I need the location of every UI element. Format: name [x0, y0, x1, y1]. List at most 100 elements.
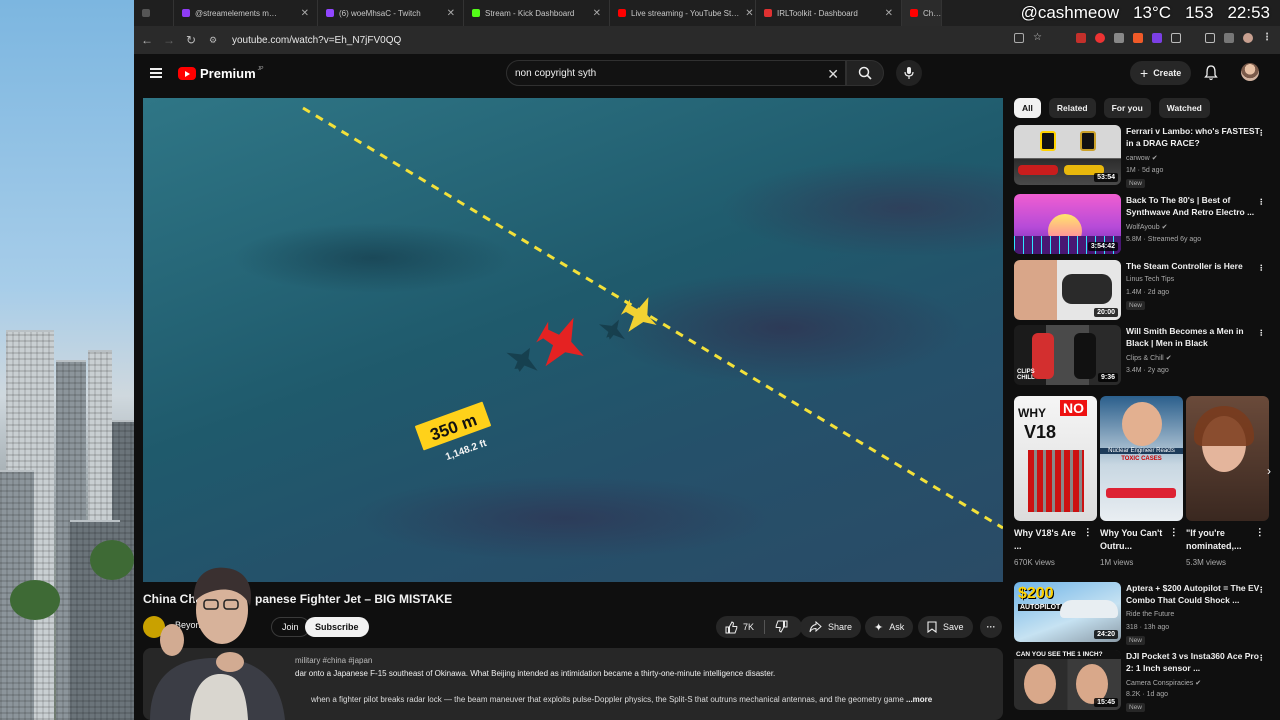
- forward-arrow-icon[interactable]: →: [158, 33, 180, 47]
- tab-current[interactable]: Ch…: [902, 0, 942, 26]
- video-player[interactable]: 350 m 1,148.2 ft: [143, 98, 1003, 582]
- description-text: when a fighter pilot breaks radar lock —…: [311, 695, 904, 704]
- channel-name[interactable]: Clips & Chill: [1126, 355, 1164, 362]
- youtube-premium-logo[interactable]: Premium JP: [178, 66, 263, 81]
- account-avatar[interactable]: [1241, 63, 1259, 81]
- sidebar-icon[interactable]: [1224, 32, 1234, 43]
- short-title[interactable]: Why You Can't Outru...: [1100, 527, 1170, 553]
- short-title[interactable]: Why V18's Are ...: [1014, 527, 1084, 553]
- chip-all[interactable]: All: [1014, 98, 1041, 118]
- video-thumbnail[interactable]: 53:54: [1014, 125, 1121, 185]
- video-title[interactable]: Ferrari v Lambo: who's FASTEST in a DRAG…: [1126, 125, 1260, 149]
- media-icon[interactable]: [1205, 32, 1215, 43]
- extension-icon[interactable]: [1076, 32, 1086, 43]
- subscribe-button[interactable]: Subscribe: [305, 617, 369, 637]
- more-options-icon[interactable]: ···: [1255, 198, 1266, 205]
- search-input[interactable]: non copyright syth ✕: [506, 60, 846, 86]
- close-tab-icon[interactable]: ✕: [441, 8, 455, 19]
- channel-name[interactable]: Linus Tech Tips: [1126, 276, 1174, 283]
- thumbnail-text: NO: [1060, 400, 1087, 416]
- save-button[interactable]: Save: [918, 616, 973, 638]
- more-options-icon[interactable]: ···: [1255, 586, 1266, 593]
- close-tab-icon[interactable]: ✕: [739, 8, 753, 19]
- install-icon[interactable]: [1014, 32, 1025, 43]
- short-title[interactable]: "If you're nominated,...: [1186, 527, 1256, 553]
- profile-avatar[interactable]: [1243, 32, 1253, 43]
- channel-name[interactable]: Camera Conspiracies: [1126, 680, 1193, 687]
- close-tab-icon[interactable]: ✕: [295, 8, 309, 19]
- recommended-video[interactable]: 20:00 The Steam Controller is Here Linus…: [1014, 260, 1274, 322]
- tab-label: Live streaming - YouTube St…: [631, 8, 740, 18]
- dislike-button[interactable]: [775, 620, 788, 635]
- browser-menu-icon[interactable]: ⋮: [1262, 32, 1272, 43]
- desktop-backdrop: [0, 0, 134, 720]
- more-options-icon[interactable]: ···: [1168, 528, 1179, 538]
- notifications-button[interactable]: [1204, 65, 1218, 86]
- recommended-video[interactable]: 53:54 Ferrari v Lambo: who's FASTEST in …: [1014, 125, 1274, 188]
- create-button[interactable]: + Create: [1130, 61, 1192, 85]
- more-options-icon[interactable]: ···: [1255, 129, 1266, 136]
- channel-name[interactable]: carwow: [1126, 155, 1150, 162]
- bookmark-icon: [927, 621, 937, 633]
- video-title[interactable]: DJI Pocket 3 vs Insta360 Ace Pro 2: 1 In…: [1126, 650, 1260, 674]
- reload-icon[interactable]: ↻: [180, 33, 202, 47]
- video-title[interactable]: Aptera + $200 Autopilot = The EV Combo T…: [1126, 582, 1260, 606]
- video-thumbnail[interactable]: $200 AUTOPILOT 24:20: [1014, 582, 1121, 642]
- search-button[interactable]: [846, 60, 884, 86]
- chevron-right-icon[interactable]: ›: [1259, 458, 1279, 484]
- chip-related[interactable]: Related: [1048, 98, 1096, 118]
- ask-button[interactable]: ✦ Ask: [865, 616, 914, 638]
- extension-icon[interactable]: [1152, 32, 1162, 43]
- more-actions-button[interactable]: ···: [980, 616, 1002, 638]
- extension-icon[interactable]: [1114, 32, 1124, 43]
- recommended-video[interactable]: CAN YOU SEE THE 1 INCH? 15:45 DJI Pocket…: [1014, 650, 1274, 720]
- video-thumbnail[interactable]: 20:00: [1014, 260, 1121, 320]
- chinese-jet-shadow: [506, 347, 538, 372]
- close-tab-icon[interactable]: ✕: [587, 8, 601, 19]
- chip-for-you[interactable]: For you: [1103, 98, 1151, 118]
- tab-pinned[interactable]: [134, 0, 174, 26]
- tab-kick[interactable]: Stream - Kick Dashboard ✕: [464, 0, 610, 26]
- tab-twitch[interactable]: (6) woeMhsaC - Twitch ✕: [318, 0, 464, 26]
- site-info-icon[interactable]: ⚙: [202, 35, 224, 46]
- url-field[interactable]: youtube.com/watch?v=Eh_N7jFV0QQ: [232, 35, 401, 46]
- video-title[interactable]: Back To The 80's | Best of Synthwave And…: [1126, 194, 1260, 218]
- thumbs-down-icon: [775, 620, 788, 633]
- more-options-icon[interactable]: ···: [1255, 329, 1266, 336]
- more-options-icon[interactable]: ···: [1082, 528, 1093, 538]
- like-button[interactable]: 7K: [725, 620, 754, 634]
- close-tab-icon[interactable]: ✕: [879, 8, 893, 19]
- voice-search-button[interactable]: [896, 60, 922, 86]
- short-thumbnail[interactable]: [1186, 396, 1269, 521]
- recommended-video[interactable]: CLIPS CHILL 9:36 Will Smith Becomes a Me…: [1014, 325, 1274, 387]
- share-button[interactable]: Share: [800, 616, 862, 638]
- youtube-header: Premium JP non copyright syth ✕ + Create: [134, 54, 1280, 96]
- video-title[interactable]: The Steam Controller is Here: [1126, 260, 1260, 272]
- more-options-icon[interactable]: ···: [1255, 654, 1266, 661]
- video-title[interactable]: Will Smith Becomes a Men in Black | Men …: [1126, 325, 1260, 349]
- channel-name[interactable]: WolfAyoub: [1126, 224, 1160, 231]
- channel-name[interactable]: Ride the Future: [1126, 611, 1174, 618]
- tab-irltoolkit[interactable]: IRLToolkit - Dashboard ✕: [756, 0, 902, 26]
- show-more-link[interactable]: ...more: [906, 695, 932, 704]
- video-thumbnail[interactable]: 3:54:42: [1014, 194, 1121, 254]
- recommended-video[interactable]: 3:54:42 Back To The 80's | Best of Synth…: [1014, 194, 1274, 256]
- japanese-jet-shadow: [599, 319, 625, 340]
- back-arrow-icon[interactable]: ←: [136, 33, 158, 47]
- more-options-icon[interactable]: ···: [1255, 264, 1266, 271]
- extension-icon[interactable]: [1095, 32, 1105, 43]
- bookmark-star-icon[interactable]: ☆: [1033, 32, 1042, 43]
- recommended-video[interactable]: $200 AUTOPILOT 24:20 Aptera + $200 Autop…: [1014, 582, 1274, 645]
- hamburger-menu-icon[interactable]: [150, 68, 162, 78]
- short-thumbnail[interactable]: Nuclear Engineer Reacts TOXIC CASES: [1100, 396, 1183, 521]
- chip-watched[interactable]: Watched: [1158, 98, 1210, 118]
- tab-youtube-studio[interactable]: Live streaming - YouTube St… ✕: [610, 0, 756, 26]
- extension-icon[interactable]: [1133, 32, 1143, 43]
- puzzle-icon[interactable]: [1171, 32, 1181, 43]
- clear-search-icon[interactable]: ✕: [827, 66, 839, 83]
- short-thumbnail[interactable]: WHY NO V18: [1014, 396, 1097, 521]
- more-options-icon[interactable]: ···: [1254, 528, 1265, 538]
- tab-streamelements[interactable]: @streamelements m… ✕: [174, 0, 318, 26]
- video-thumbnail[interactable]: CLIPS CHILL 9:36: [1014, 325, 1121, 385]
- video-thumbnail[interactable]: CAN YOU SEE THE 1 INCH? 15:45: [1014, 650, 1121, 710]
